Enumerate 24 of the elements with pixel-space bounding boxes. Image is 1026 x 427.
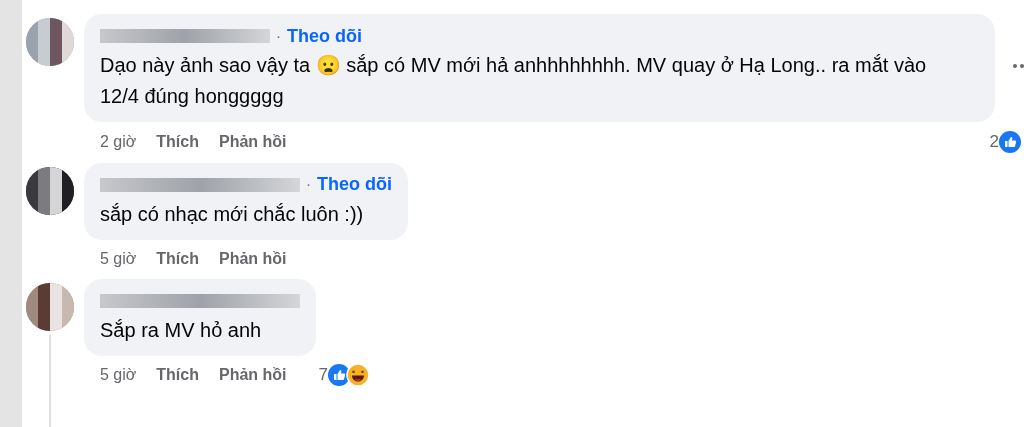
reaction-count[interactable]: 7 xyxy=(318,361,328,388)
like-link[interactable]: Thích xyxy=(156,246,199,271)
more-options-icon[interactable] xyxy=(1013,64,1025,68)
comment-time[interactable]: 5 giờ xyxy=(100,246,137,271)
reply-link[interactable]: Phản hồi xyxy=(218,246,287,271)
comment-time[interactable]: 2 giờ xyxy=(100,129,137,154)
reaction-count[interactable]: 2 xyxy=(989,129,999,155)
avatar[interactable] xyxy=(26,18,74,66)
follow-link[interactable]: Theo dõi xyxy=(287,22,362,50)
reply-link[interactable]: Phản hồi xyxy=(218,129,287,154)
like-link[interactable]: Thích xyxy=(156,362,199,387)
follow-link[interactable]: Theo dõi xyxy=(317,171,392,198)
avatar[interactable] xyxy=(26,166,74,215)
like-link[interactable]: Thích xyxy=(156,129,199,154)
separator-dot: · xyxy=(306,174,311,195)
comment-time[interactable]: 5 giờ xyxy=(100,362,137,387)
thumbs-up-icon xyxy=(999,130,1021,153)
avatar[interactable] xyxy=(26,282,74,331)
comment-text: Dạo này ảnh sao vậy ta 😦 sắp có MV mới hả anhhhhhhhh. MV quay ở Hạ Long.. ra mắt vào 12/4 đúng honggggg xyxy=(100,53,928,109)
separator-dot: · xyxy=(276,25,281,46)
comment-text: Sắp ra MV hỏ anh xyxy=(100,317,263,343)
comment-text: sắp có nhạc mới chắc luôn :)) xyxy=(100,201,365,227)
laughing-face-icon xyxy=(346,362,370,387)
reply-link[interactable]: Phản hồi xyxy=(218,362,287,387)
